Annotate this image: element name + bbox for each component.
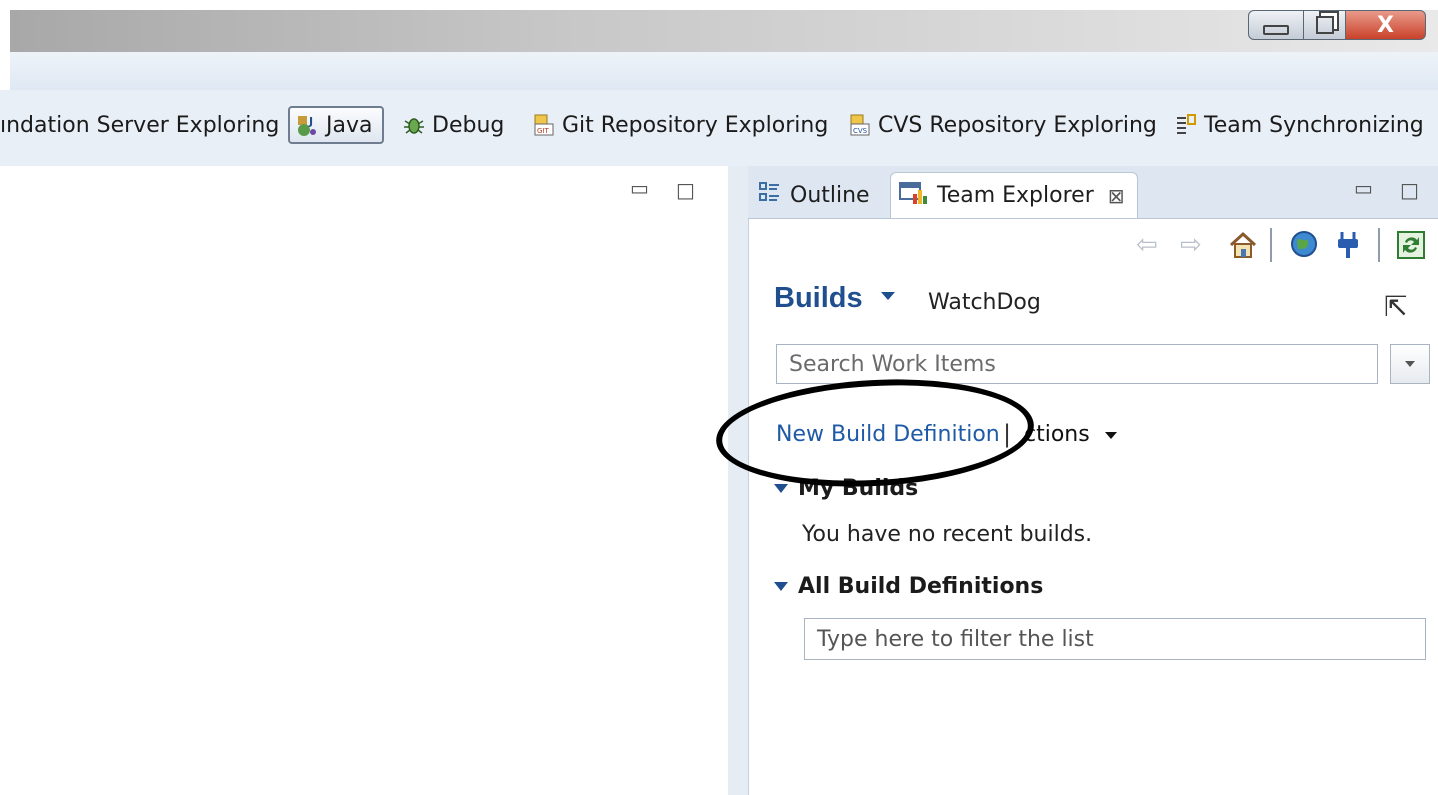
section-title: All Build Definitions <box>798 574 1044 599</box>
svg-text:GIT: GIT <box>537 127 549 135</box>
maximize-icon[interactable]: □ <box>1400 178 1419 202</box>
page-title-dropdown[interactable]: Builds <box>774 282 895 315</box>
minimize-icon <box>1263 25 1289 35</box>
search-dropdown-button[interactable] <box>1390 344 1430 384</box>
close-window-button[interactable]: X <box>1346 10 1426 40</box>
tab-label: Team Explorer <box>937 183 1094 208</box>
bug-icon <box>402 113 426 137</box>
minimize-icon[interactable]: ▭ <box>630 176 649 200</box>
cvs-icon: CVS <box>848 113 872 137</box>
perspective-tfs-exploring[interactable]: ındation Server Exploring <box>0 106 279 144</box>
perspective-label: Java <box>326 112 373 138</box>
tab-label: Outline <box>790 182 870 208</box>
close-tab-icon[interactable]: ⊠ <box>1108 184 1125 208</box>
team-explorer-icon <box>899 180 929 212</box>
search-work-items-input[interactable]: Search Work Items <box>776 344 1378 384</box>
connect-plug-icon[interactable] <box>1334 230 1362 267</box>
chevron-down-icon <box>880 292 895 301</box>
editor-area[interactable] <box>10 166 728 795</box>
project-context: WatchDog <box>928 290 1041 315</box>
maximize-icon[interactable]: □ <box>676 178 695 202</box>
undock-arrow-icon[interactable]: ⇱ <box>1384 290 1407 323</box>
tab-team-explorer[interactable]: Team Explorer ⊠ <box>890 172 1138 218</box>
perspective-java[interactable]: J Java <box>288 106 385 144</box>
restore-button[interactable] <box>1304 10 1346 40</box>
java-perspective-icon: J <box>296 113 320 137</box>
restore-icon <box>1315 16 1334 34</box>
sash-divider[interactable] <box>728 166 748 795</box>
tab-outline[interactable]: Outline <box>758 172 870 218</box>
expand-triangle-icon <box>774 582 788 591</box>
perspective-cvs[interactable]: CVS CVS Repository Exploring <box>848 106 1157 144</box>
perspective-label: CVS Repository Exploring <box>878 112 1157 138</box>
globe-icon[interactable] <box>1290 230 1318 265</box>
page-title: Builds <box>774 282 863 314</box>
window-controls: X <box>1248 10 1438 44</box>
refresh-icon[interactable] <box>1396 230 1426 267</box>
window-title-bar <box>10 10 1438 52</box>
forward-arrow-icon[interactable]: ⇨ <box>1180 230 1202 260</box>
git-icon: GIT <box>532 113 556 137</box>
perspective-label: ındation Server Exploring <box>0 112 280 138</box>
toolbar-separator <box>1270 228 1272 262</box>
all-build-definitions-section-header[interactable]: All Build Definitions <box>774 574 1043 599</box>
toolbar-separator <box>1378 228 1380 262</box>
minimize-button[interactable] <box>1248 10 1304 40</box>
home-icon[interactable] <box>1228 230 1258 267</box>
chevron-down-icon <box>1104 431 1117 439</box>
minimize-icon[interactable]: ▭ <box>1354 176 1373 200</box>
back-arrow-icon[interactable]: ⇦ <box>1136 230 1158 260</box>
svg-text:CVS: CVS <box>853 127 868 135</box>
perspective-label: Debug <box>432 112 505 138</box>
perspective-label: Git Repository Exploring <box>562 112 829 138</box>
outline-icon <box>758 180 782 210</box>
actions-menu[interactable]: ctions <box>1024 422 1117 447</box>
team-sync-icon <box>1174 113 1198 137</box>
filter-list-input[interactable]: Type here to filter the list <box>804 618 1426 660</box>
expand-triangle-icon <box>774 484 788 493</box>
empty-builds-message: You have no recent builds. <box>802 522 1093 547</box>
perspective-git[interactable]: GIT Git Repository Exploring <box>532 106 828 144</box>
menu-bar <box>10 52 1438 91</box>
chevron-down-icon <box>1405 361 1415 367</box>
perspective-team-sync[interactable]: Team Synchronizing <box>1174 106 1424 144</box>
svg-text:J: J <box>308 115 313 128</box>
perspective-label: Team Synchronizing <box>1204 112 1424 138</box>
perspective-debug[interactable]: Debug <box>402 106 504 144</box>
